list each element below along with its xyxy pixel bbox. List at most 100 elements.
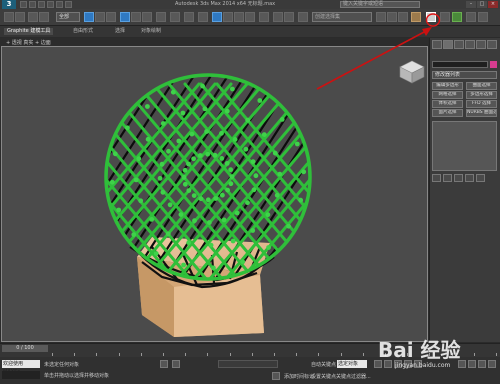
- modifier-vol-select-button[interactable]: 体积选择: [432, 100, 463, 108]
- keyboard-shortcut-icon[interactable]: [198, 12, 208, 22]
- motion-tab-icon[interactable]: [465, 40, 475, 49]
- unlink-icon[interactable]: [39, 12, 49, 22]
- curve-editor-icon[interactable]: [387, 12, 397, 22]
- close-button[interactable]: ×: [488, 1, 498, 8]
- undo-icon[interactable]: [47, 1, 54, 8]
- modify-tab-icon[interactable]: [443, 40, 453, 49]
- lattice-node: [298, 197, 304, 203]
- lattice-node: [186, 161, 191, 167]
- tab-freeform[interactable]: 自由形式: [70, 28, 96, 35]
- perspective-viewport[interactable]: [1, 46, 428, 342]
- maximize-button[interactable]: □: [477, 1, 487, 8]
- time-slider[interactable]: 0 / 100: [2, 345, 48, 352]
- modifier-patch-select-button[interactable]: 面片选择: [432, 109, 463, 117]
- modifier-poly-select-button[interactable]: 多边形选择: [466, 91, 497, 99]
- viewport-label[interactable]: + 透视 真实 + 边面: [6, 39, 51, 46]
- new-file-icon[interactable]: [20, 1, 27, 8]
- pan-view-icon[interactable]: [478, 360, 486, 368]
- render-iterative-icon[interactable]: [466, 12, 476, 22]
- maxscript-listener[interactable]: 欢迎使用 MAXSc: [2, 360, 40, 375]
- tab-object-paint[interactable]: 对象绘制: [138, 28, 164, 35]
- rendered-frame-window-icon[interactable]: [440, 12, 450, 22]
- save-file-icon[interactable]: [38, 1, 45, 8]
- select-object-icon[interactable]: [84, 12, 94, 22]
- select-scale-icon[interactable]: [142, 12, 152, 22]
- select-move-icon[interactable]: [120, 12, 130, 22]
- edit-named-selection-icon[interactable]: [259, 12, 269, 22]
- spinner-snap-icon[interactable]: [245, 12, 255, 22]
- modifier-mesh-select-button[interactable]: 网格选择: [432, 91, 463, 99]
- selection-filter-dropdown[interactable]: 全部: [56, 12, 80, 22]
- rect-selection-icon[interactable]: [106, 12, 116, 22]
- selected-object-dropdown[interactable]: 选定对象: [337, 360, 367, 368]
- lattice-node: [178, 212, 184, 218]
- percent-snap-icon[interactable]: [234, 12, 244, 22]
- auto-key-button[interactable]: 自动关键点: [311, 361, 336, 368]
- remove-modifier-icon[interactable]: [465, 174, 474, 182]
- render-production-icon[interactable]: [452, 12, 462, 22]
- named-selection-dropdown[interactable]: 创建选择集: [312, 12, 372, 22]
- schematic-view-icon[interactable]: [398, 12, 408, 22]
- material-editor-icon[interactable]: [411, 12, 421, 22]
- lattice-strand: [223, 82, 311, 280]
- lattice-node: [136, 156, 142, 162]
- mirror-icon[interactable]: [273, 12, 283, 22]
- hold-icon[interactable]: [65, 1, 72, 8]
- make-unique-icon[interactable]: [454, 174, 463, 182]
- object-name-field[interactable]: [432, 61, 488, 68]
- search-input[interactable]: 键入关键字或短语: [340, 1, 420, 8]
- render-setup-icon[interactable]: [426, 12, 436, 22]
- configure-modifier-sets-icon[interactable]: [476, 174, 485, 182]
- modifier-ffd-select-button[interactable]: FFD 选择: [466, 100, 497, 108]
- object-color-swatch[interactable]: [490, 61, 497, 68]
- key-filters-button[interactable]: 关键点过滤器...: [336, 373, 371, 380]
- orbit-icon[interactable]: [488, 360, 496, 368]
- set-key-button[interactable]: 设置关键点: [311, 373, 336, 380]
- timeline-tick: [74, 353, 76, 356]
- align-icon[interactable]: [284, 12, 294, 22]
- select-by-name-icon[interactable]: [95, 12, 105, 22]
- lattice-node: [170, 89, 176, 95]
- maxscript-output[interactable]: [2, 371, 40, 379]
- display-tab-icon[interactable]: [476, 40, 486, 49]
- add-time-tag-label[interactable]: 添加时间标记: [284, 373, 314, 380]
- tab-graphite-modeling[interactable]: Graphite 建模工具: [4, 28, 54, 35]
- lattice-node: [153, 251, 159, 256]
- viewcube-icon[interactable]: [399, 60, 425, 84]
- add-time-tag-icon[interactable]: [272, 372, 280, 380]
- redo-toolbar-icon[interactable]: [15, 12, 25, 22]
- link-icon[interactable]: [28, 12, 38, 22]
- lattice-node: [294, 141, 300, 147]
- utilities-tab-icon[interactable]: [487, 40, 497, 49]
- undo-toolbar-icon[interactable]: [4, 12, 14, 22]
- modifier-stack-list[interactable]: [432, 121, 497, 171]
- app-logo-icon[interactable]: 3: [2, 0, 16, 9]
- reference-coord-icon[interactable]: [156, 12, 166, 22]
- lock-selection-icon[interactable]: [160, 360, 168, 368]
- modifier-edit-poly-button[interactable]: 编辑多边形: [432, 82, 463, 90]
- modifier-surface-select-button[interactable]: 曲面选择: [466, 82, 497, 90]
- pin-stack-icon[interactable]: [432, 174, 441, 182]
- hierarchy-tab-icon[interactable]: [454, 40, 464, 49]
- angle-snap-icon[interactable]: [223, 12, 233, 22]
- pivot-center-icon[interactable]: [170, 12, 180, 22]
- show-end-result-icon[interactable]: [443, 174, 452, 182]
- timeline-tick: [163, 353, 164, 356]
- create-tab-icon[interactable]: [432, 40, 442, 49]
- activeshade-icon[interactable]: [478, 12, 488, 22]
- select-rotate-icon[interactable]: [131, 12, 141, 22]
- absolute-mode-icon[interactable]: [172, 360, 180, 368]
- modifier-nurbs-select-button[interactable]: NURBS 曲面选择: [466, 109, 497, 117]
- tab-selection[interactable]: 选择: [112, 28, 128, 35]
- snaps-toggle-icon[interactable]: [212, 12, 222, 22]
- modifier-list-dropdown[interactable]: 修改器列表: [432, 71, 497, 79]
- coordinate-display[interactable]: [218, 360, 278, 368]
- zoom-all-icon[interactable]: [468, 360, 476, 368]
- minimize-button[interactable]: –: [466, 1, 476, 8]
- select-manipulate-icon[interactable]: [184, 12, 194, 22]
- graphite-toggle-icon[interactable]: [376, 12, 386, 22]
- open-file-icon[interactable]: [29, 1, 36, 8]
- sphere-wireframe[interactable]: [2, 74, 423, 280]
- layer-manager-icon[interactable]: [298, 12, 308, 22]
- redo-icon[interactable]: [56, 1, 63, 8]
